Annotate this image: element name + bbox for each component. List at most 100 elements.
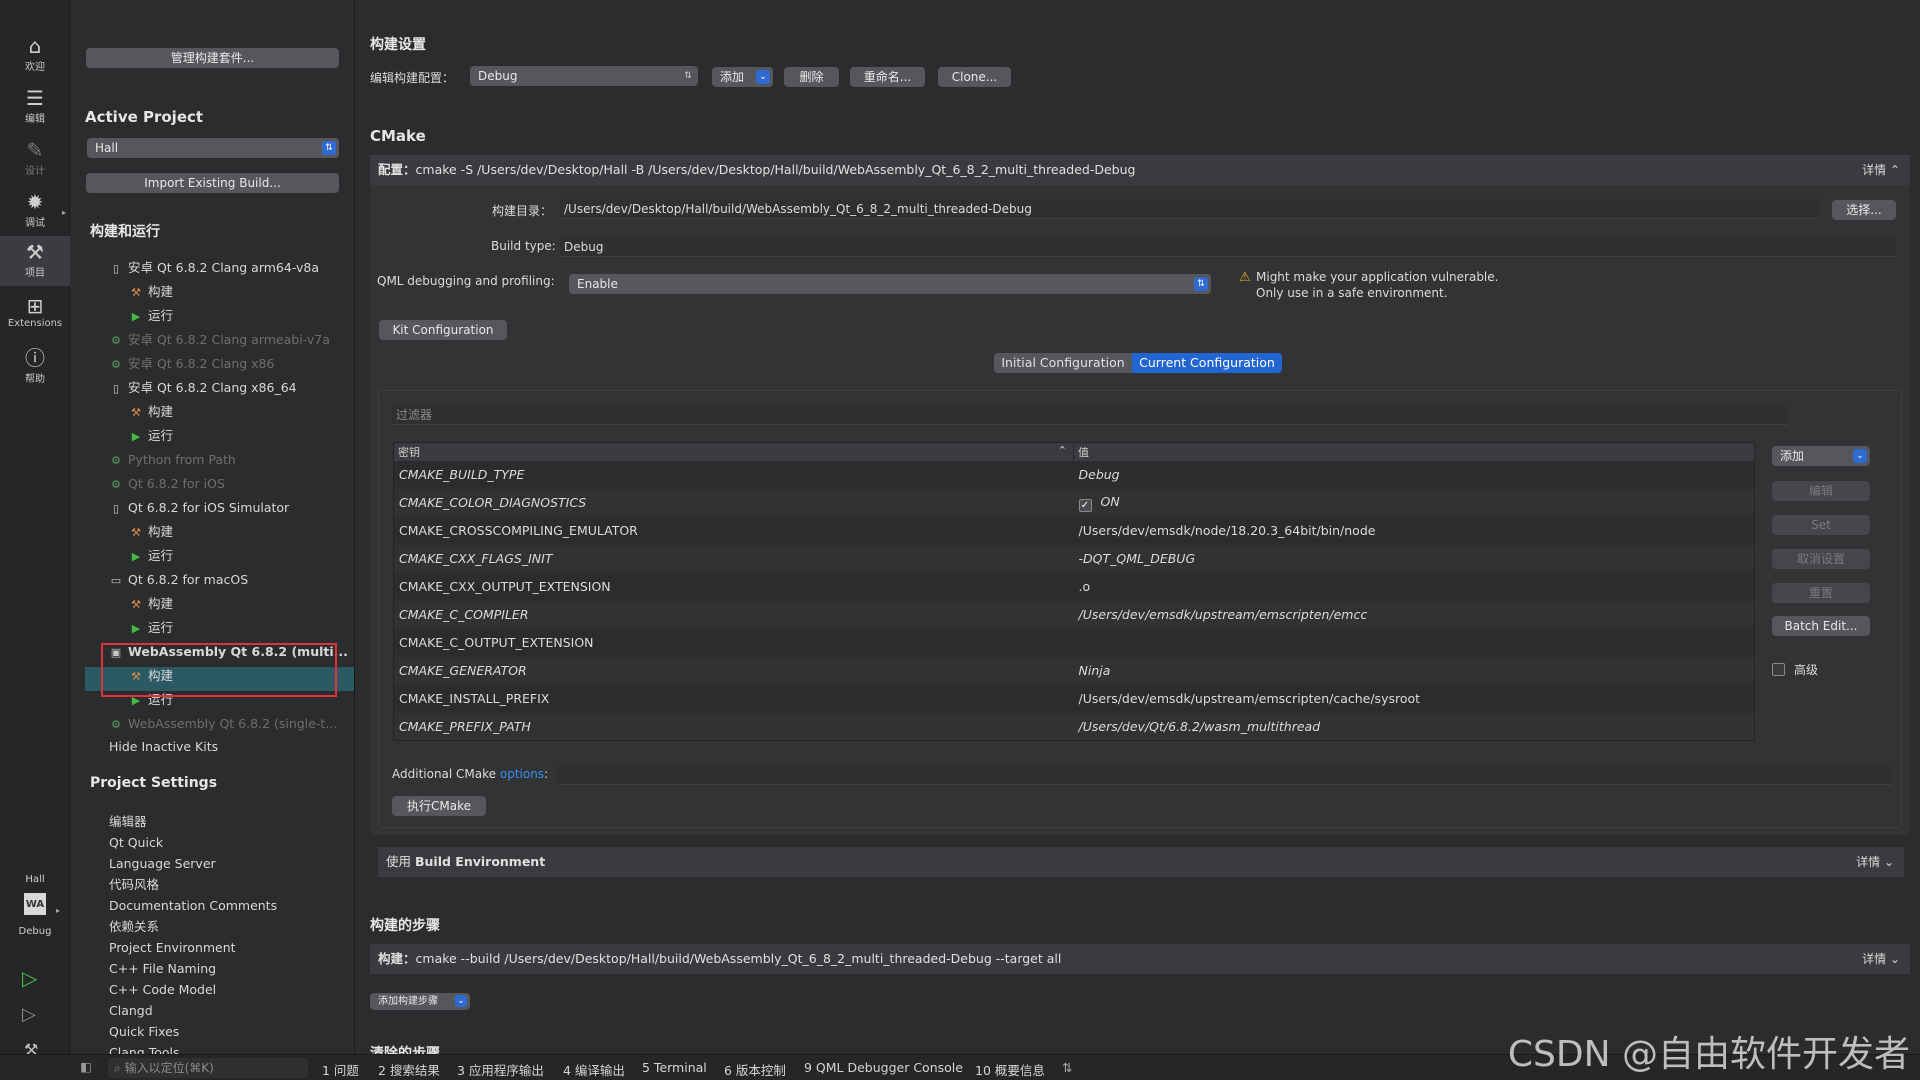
- kit-run-item[interactable]: ▶ 运行: [129, 545, 173, 567]
- kit-item[interactable]: ⚙ Python from Path: [109, 449, 236, 471]
- project-setting-item[interactable]: Documentation Comments: [109, 895, 277, 916]
- import-existing-build-button[interactable]: Import Existing Build...: [86, 173, 339, 193]
- manage-kits-button[interactable]: 管理构建套件...: [86, 48, 339, 68]
- mode-debug[interactable]: ✹ 调试 ▸: [0, 186, 70, 236]
- output-pane-button[interactable]: 10 概要信息: [975, 1060, 1045, 1079]
- project-setting-item[interactable]: 编辑器: [109, 811, 147, 832]
- mode-welcome[interactable]: ⌂ 欢迎: [0, 30, 70, 80]
- clone-config-button[interactable]: Clone...: [938, 67, 1011, 87]
- environment-details-toggle[interactable]: 详情 ⌄: [1856, 847, 1894, 877]
- active-project-combo[interactable]: Hall ⇅: [87, 138, 339, 158]
- table-row[interactable]: CMAKE_CROSSCOMPILING_EMULATOR/Users/dev/…: [394, 517, 1755, 545]
- cell-value[interactable]: [1074, 629, 1755, 657]
- output-pane-button[interactable]: 9 QML Debugger Console: [804, 1060, 963, 1075]
- kit-build-item[interactable]: ⚒ 构建: [129, 401, 173, 423]
- table-row[interactable]: CMAKE_COLOR_DIAGNOSTICS ✓ ON: [393, 488, 1755, 517]
- build-step-details-toggle[interactable]: 详情 ⌄: [1862, 944, 1900, 974]
- project-setting-item[interactable]: Qt Quick: [109, 832, 163, 853]
- project-setting-item[interactable]: C++ Code Model: [109, 979, 216, 1000]
- additional-cmake-options-input[interactable]: [558, 765, 1892, 785]
- kit-item[interactable]: ⚙ WebAssembly Qt 6.8.2 (single-t...: [109, 713, 337, 735]
- kit-item[interactable]: ▯ 安卓 Qt 6.8.2 Clang arm64-v8a: [109, 257, 319, 279]
- project-setting-item[interactable]: Quick Fixes: [109, 1021, 179, 1042]
- table-row[interactable]: CMAKE_C_COMPILER/Users/dev/emsdk/upstrea…: [393, 600, 1755, 629]
- cell-value[interactable]: /Users/dev/Qt/6.8.2/wasm_multithread: [1073, 712, 1755, 741]
- chevron-updown-icon[interactable]: ⇅: [1062, 1060, 1072, 1075]
- side-reset-button[interactable]: 重置: [1772, 583, 1870, 603]
- cell-value[interactable]: Debug: [1074, 461, 1755, 489]
- mode-design[interactable]: ✎ 设计: [0, 134, 70, 184]
- options-link[interactable]: options: [500, 767, 544, 781]
- kit-item[interactable]: ⚙ Qt 6.8.2 for iOS: [109, 473, 225, 495]
- mode-extensions[interactable]: ⊞ Extensions: [0, 290, 70, 340]
- cmake-details-toggle[interactable]: 详情 ⌃: [1862, 155, 1900, 185]
- cmake-summary-bar[interactable]: 配置：cmake -S /Users/dev/Desktop/Hall -B /…: [370, 155, 1910, 185]
- kit-configuration-button[interactable]: Kit Configuration: [379, 320, 507, 340]
- kit-build-item[interactable]: ⚒ 构建: [129, 281, 173, 303]
- choose-dir-button[interactable]: 选择...: [1832, 200, 1896, 220]
- add-build-step-button[interactable]: 添加构建步骤 ⌄: [370, 993, 470, 1010]
- advanced-checkbox[interactable]: 高级: [1772, 661, 1818, 678]
- side-add-button[interactable]: 添加 ⌄: [1772, 446, 1870, 466]
- table-row[interactable]: CMAKE_CXX_OUTPUT_EXTENSION .o: [394, 573, 1755, 601]
- filter-input[interactable]: 过滤器: [392, 405, 1788, 425]
- output-pane-button[interactable]: 2 搜索结果: [378, 1060, 440, 1079]
- kit-item[interactable]: ⚙ 安卓 Qt 6.8.2 Clang armeabi-v7a: [109, 329, 330, 351]
- output-pane-button[interactable]: 1 问题: [322, 1060, 359, 1079]
- build-type-field[interactable]: Debug: [560, 237, 1896, 257]
- build-step-bar[interactable]: 构建：cmake --build /Users/dev/Desktop/Hall…: [370, 944, 1910, 974]
- build-environment-bar[interactable]: 使用 Build Environment 详情 ⌄: [378, 847, 1904, 877]
- checkbox-icon[interactable]: ✓: [1078, 498, 1092, 512]
- output-pane-button[interactable]: 4 编译输出: [563, 1060, 625, 1079]
- kit-build-item[interactable]: ⚒ 构建: [129, 593, 173, 615]
- delete-config-button[interactable]: 删除: [784, 67, 839, 87]
- table-row[interactable]: CMAKE_CXX_FLAGS_INIT -DQT_QML_DEBUG: [393, 544, 1755, 573]
- project-setting-item[interactable]: 代码风格: [109, 874, 159, 895]
- table-row[interactable]: CMAKE_C_OUTPUT_EXTENSION: [394, 629, 1755, 657]
- cell-value[interactable]: .o: [1074, 573, 1755, 601]
- cell-value[interactable]: -DQT_QML_DEBUG: [1073, 544, 1755, 573]
- project-setting-item[interactable]: Clangd: [109, 1000, 153, 1021]
- table-row[interactable]: CMAKE_INSTALL_PREFIX/Users/dev/emsdk/ups…: [394, 685, 1755, 713]
- project-setting-item[interactable]: 依赖关系: [109, 916, 159, 937]
- cell-value[interactable]: /Users/dev/emsdk/upstream/emscripten/cac…: [1074, 685, 1755, 713]
- build-config-combo[interactable]: Debug ⇅: [470, 66, 698, 86]
- mode-help[interactable]: ⓘ 帮助: [0, 342, 70, 392]
- kit-run-item[interactable]: ▶ 运行: [129, 425, 173, 447]
- table-row[interactable]: CMAKE_GENERATOR Ninja: [393, 656, 1755, 685]
- debug-run-icon[interactable]: ▷: [22, 1004, 36, 1025]
- project-setting-item[interactable]: C++ File Naming: [109, 958, 216, 979]
- qml-debugging-combo[interactable]: Enable ⇅: [569, 274, 1211, 294]
- cell-value[interactable]: ✓ ON: [1073, 488, 1755, 517]
- side-edit-button[interactable]: 编辑: [1772, 481, 1870, 501]
- side-set-button[interactable]: Set: [1772, 515, 1870, 535]
- add-config-button[interactable]: 添加 ⌄: [712, 67, 773, 87]
- table-row[interactable]: CMAKE_PREFIX_PATH/Users/dev/Qt/6.8.2/was…: [393, 712, 1755, 741]
- kit-run-item[interactable]: ▶ 运行: [129, 305, 173, 327]
- output-pane-button[interactable]: 6 版本控制: [724, 1060, 786, 1079]
- kit-item[interactable]: ▭ Qt 6.8.2 for macOS: [109, 569, 248, 591]
- kit-run-item[interactable]: ▶ 运行: [129, 617, 173, 639]
- locator-input[interactable]: ⌕ 输入以定位(⌘K): [108, 1058, 308, 1078]
- rename-config-button[interactable]: 重命名...: [850, 67, 925, 87]
- side-unset-button[interactable]: 取消设置: [1772, 549, 1870, 569]
- run-icon[interactable]: ▷: [22, 966, 37, 990]
- tab-current-configuration[interactable]: Current Configuration: [1132, 353, 1282, 373]
- cell-value[interactable]: Ninja: [1073, 656, 1755, 685]
- hide-inactive-kits[interactable]: Hide Inactive Kits: [109, 736, 218, 757]
- table-row[interactable]: CMAKE_BUILD_TYPE Debug: [394, 461, 1755, 489]
- kit-item[interactable]: ▯ Qt 6.8.2 for iOS Simulator: [109, 497, 289, 519]
- output-pane-button[interactable]: 3 应用程序输出: [457, 1060, 544, 1079]
- run-cmake-button[interactable]: 执行CMake: [392, 796, 486, 816]
- mode-edit[interactable]: ☰ 编辑: [0, 82, 70, 132]
- output-pane-button[interactable]: 5 Terminal: [642, 1060, 707, 1075]
- column-value-header[interactable]: 值: [1073, 442, 1755, 461]
- cell-value[interactable]: /Users/dev/emsdk/upstream/emscripten/emc…: [1073, 600, 1755, 629]
- kit-build-item[interactable]: ⚒ 构建: [129, 521, 173, 543]
- cell-value[interactable]: /Users/dev/emsdk/node/18.20.3_64bit/bin/…: [1074, 517, 1755, 545]
- build-dir-field[interactable]: /Users/dev/Desktop/Hall/build/WebAssembl…: [560, 199, 1818, 219]
- project-setting-item[interactable]: Clang Tools: [109, 1042, 179, 1054]
- project-setting-item[interactable]: Language Server: [109, 853, 216, 874]
- tab-initial-configuration[interactable]: Initial Configuration: [994, 353, 1132, 373]
- batch-edit-button[interactable]: Batch Edit...: [1772, 616, 1870, 636]
